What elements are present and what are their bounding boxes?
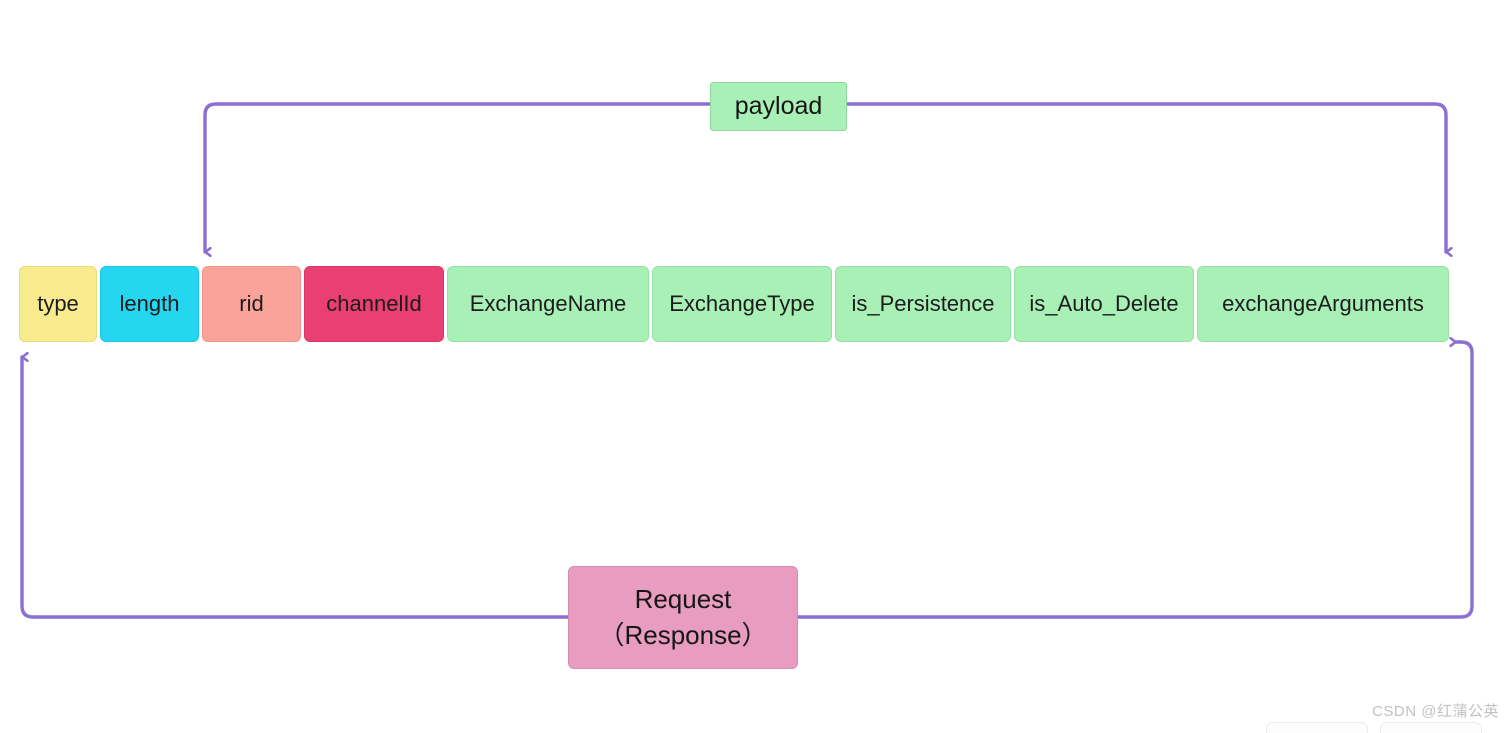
payload-left-connector: [203, 102, 712, 252]
packet-field-exchangename[interactable]: ExchangeName: [447, 266, 649, 342]
packet-field-label: ExchangeName: [469, 291, 627, 316]
payload-label: payload: [710, 82, 847, 131]
packet-field-label: length: [119, 291, 180, 316]
packet-field-exchangearguments[interactable]: exchangeArguments: [1197, 266, 1449, 342]
packet-field-channelid[interactable]: channelId: [304, 266, 444, 342]
request-response-label: Request （Response）: [568, 566, 798, 669]
packet-field-type[interactable]: type: [19, 266, 97, 342]
packet-field-label: ExchangeType: [669, 291, 815, 316]
packet-field-label: rid: [239, 291, 264, 316]
packet-field-strip: type length rid channelId ExchangeName E…: [19, 266, 1449, 342]
packet-field-is-persistence[interactable]: is_Persistence: [835, 266, 1011, 342]
request-right-connector: [796, 342, 1474, 619]
diagram-canvas: type length rid channelId ExchangeName E…: [0, 0, 1511, 733]
packet-field-exchangetype[interactable]: ExchangeType: [652, 266, 832, 342]
packet-field-length[interactable]: length: [100, 266, 199, 342]
request-left-connector: [20, 357, 570, 619]
packet-field-label: type: [37, 291, 79, 316]
request-response-label-text: Request （Response）: [598, 584, 768, 650]
payload-right-connector: [845, 102, 1446, 252]
packet-field-rid[interactable]: rid: [202, 266, 301, 342]
packet-field-is-auto-delete[interactable]: is_Auto_Delete: [1014, 266, 1194, 342]
packet-field-label: is_Persistence: [851, 291, 995, 316]
packet-field-label: is_Auto_Delete: [1029, 291, 1179, 316]
packet-field-label: exchangeArguments: [1222, 291, 1424, 316]
payload-label-text: payload: [734, 92, 823, 120]
csdn-watermark: CSDN @红蒲公英: [1372, 703, 1499, 720]
ghost-card: [1380, 722, 1482, 733]
ghost-card: [1266, 722, 1368, 733]
packet-field-label: channelId: [326, 291, 422, 316]
